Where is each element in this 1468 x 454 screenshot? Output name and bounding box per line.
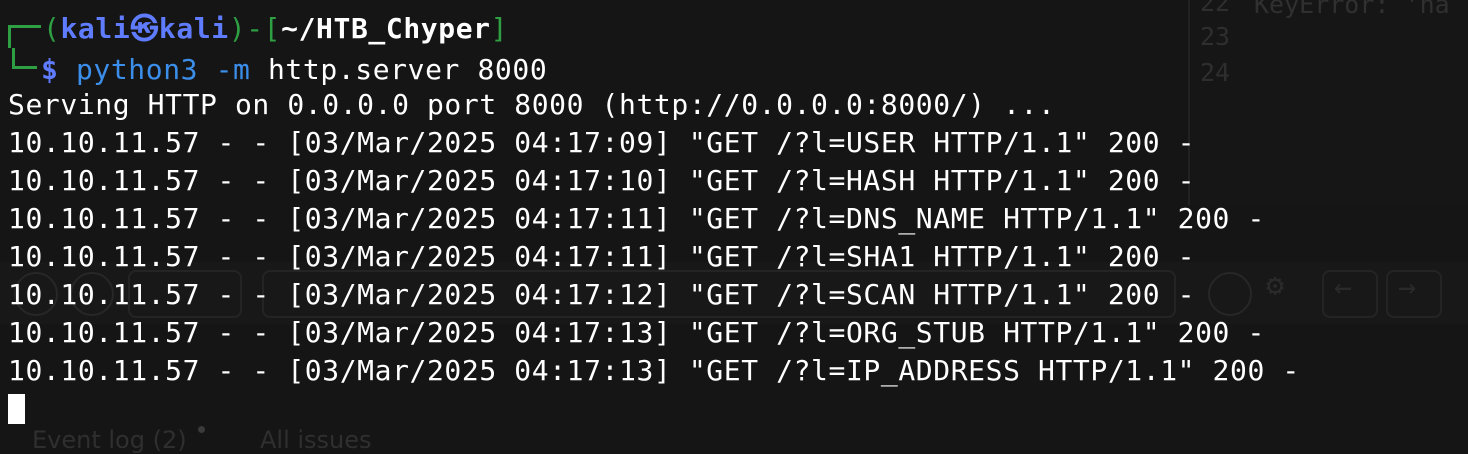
prompt-corner-glyph — [12, 48, 37, 69]
prompt-user: kali — [60, 12, 131, 45]
cursor-line[interactable] — [8, 390, 1468, 428]
prompt-line-2: $ python3 -m http.server 8000 — [8, 48, 1468, 86]
prompt-cwd: ~/HTB_Chyper — [281, 12, 491, 45]
background-tab-event-log: Event log (2) — [32, 426, 187, 454]
log-line: 10.10.11.57 - - [03/Mar/2025 04:17:12] "… — [8, 278, 1196, 311]
serving-line: Serving HTTP on 0.0.0.0 port 8000 (http:… — [8, 88, 1056, 121]
terminal-cursor — [8, 394, 25, 424]
prompt-dollar: $ — [41, 53, 59, 86]
prompt-at-symbol: ㉿ — [130, 12, 159, 45]
background-tab-all-issues: All issues — [260, 426, 372, 454]
prompt-corner-glyph — [8, 25, 41, 48]
prompt-line-1: (kali㉿kali)-[~/HTB_Chyper] — [8, 10, 1468, 48]
log-line: 10.10.11.57 - - [03/Mar/2025 04:17:11] "… — [8, 240, 1196, 273]
command-rest: http.server 8000 — [250, 53, 548, 86]
command-args: -m — [198, 53, 251, 86]
log-line: 10.10.11.57 - - [03/Mar/2025 04:17:11] "… — [8, 202, 1265, 235]
terminal-output[interactable]: (kali㉿kali)-[~/HTB_Chyper] $ python3 -m … — [8, 10, 1468, 428]
log-line: 10.10.11.57 - - [03/Mar/2025 04:17:13] "… — [8, 316, 1265, 349]
log-line: 10.10.11.57 - - [03/Mar/2025 04:17:09] "… — [8, 126, 1196, 159]
prompt-host: kali — [158, 12, 229, 45]
command-name: python3 — [75, 53, 199, 86]
log-line: 10.10.11.57 - - [03/Mar/2025 04:17:13] "… — [8, 354, 1300, 387]
log-line: 10.10.11.57 - - [03/Mar/2025 04:17:10] "… — [8, 164, 1196, 197]
